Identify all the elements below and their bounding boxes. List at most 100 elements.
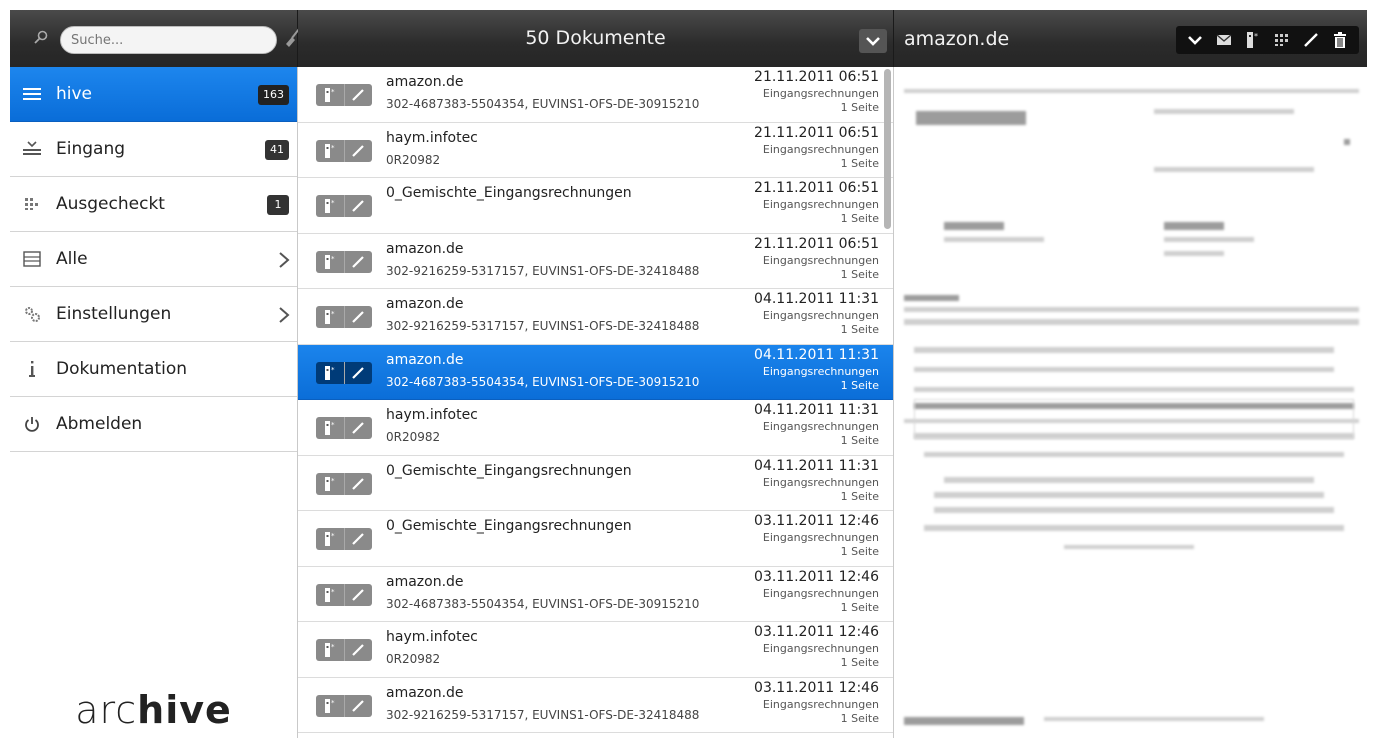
svg-text:*: * xyxy=(331,144,335,152)
blurred-text-line xyxy=(904,717,1024,725)
document-date: 21.11.2011 06:51 xyxy=(754,69,879,85)
checkout-icon[interactable]: * xyxy=(316,473,344,495)
sidebar-item-ausgecheckt[interactable]: Ausgecheckt 1 xyxy=(10,177,297,232)
blurred-text-line xyxy=(944,237,1044,242)
document-row[interactable]: * amazon.de 302-9216259-5317157, EUVINS1… xyxy=(298,289,893,345)
document-date: 03.11.2011 12:46 xyxy=(754,513,879,529)
svg-text:*: * xyxy=(331,366,335,374)
sidebar-item-label: Eingang xyxy=(56,139,126,159)
trash-icon[interactable] xyxy=(1329,29,1351,51)
document-title: amazon.de xyxy=(386,240,464,257)
document-title: 0_Gemischte_Eingangsrechnungen xyxy=(386,185,632,201)
chevron-down-icon[interactable] xyxy=(1184,29,1206,51)
document-category: Eingangsrechnungen xyxy=(762,87,879,100)
checkout-icon[interactable]: * xyxy=(316,84,344,106)
document-date: 21.11.2011 06:51 xyxy=(754,180,879,196)
document-row[interactable]: * amazon.de 302-4687383-5504354, EUVINS1… xyxy=(298,344,893,400)
grid-icon[interactable] xyxy=(1271,29,1293,51)
sidebar-item-alle[interactable]: Alle xyxy=(10,232,297,287)
sort-dropdown-button[interactable] xyxy=(859,29,887,53)
checkout-icon[interactable]: * xyxy=(316,695,344,717)
document-date: 21.11.2011 06:51 xyxy=(754,235,879,252)
edit-pencil-icon[interactable] xyxy=(343,472,373,495)
sidebar: hive 163 Eingang 41 Ausgecheckt 1 Alle E… xyxy=(10,67,298,738)
row-actions: * xyxy=(316,139,373,162)
document-row[interactable]: * amazon.de 302-9216259-5317157, EUVINS1… xyxy=(298,234,893,289)
scrollbar[interactable] xyxy=(884,69,891,229)
blurred-text-line xyxy=(1164,237,1254,242)
edit-pencil-icon[interactable] xyxy=(343,84,373,106)
document-row[interactable]: * amazon.de 302-4687383-5504354, EUVINS1… xyxy=(298,67,893,123)
checkout-icon[interactable]: * xyxy=(316,417,344,439)
document-row[interactable]: * amazon.de 302-4687383-5504354, EUVINS1… xyxy=(298,567,893,622)
document-row[interactable]: * 0_Gemischte_Eingangsrechnungen 04.11.2… xyxy=(298,456,893,511)
edit-pencil-icon[interactable] xyxy=(1300,29,1322,51)
chevron-right-icon xyxy=(279,307,290,323)
checkout-icon[interactable]: * xyxy=(316,639,344,661)
edit-pencil-icon[interactable] xyxy=(343,139,373,162)
sidebar-item-eingang[interactable]: Eingang 41 xyxy=(10,122,297,177)
edit-pencil-icon[interactable] xyxy=(343,361,373,384)
document-category: Eingangsrechnungen xyxy=(762,309,879,322)
checkout-icon[interactable]: * xyxy=(316,528,344,550)
row-actions: * xyxy=(316,361,373,384)
blurred-text-line xyxy=(914,367,1334,372)
edit-pencil-icon[interactable] xyxy=(343,694,373,717)
blurred-text-line xyxy=(934,507,1334,513)
mail-icon[interactable] xyxy=(1213,29,1235,51)
document-row[interactable]: * haym.infotec 0R20982 04.11.2011 11:31 … xyxy=(298,400,893,456)
edit-pencil-icon[interactable] xyxy=(343,583,373,606)
document-category: Eingangsrechnungen xyxy=(762,198,879,211)
blurred-text-line xyxy=(1154,167,1314,172)
edit-pencil-icon[interactable] xyxy=(343,306,373,328)
document-category: Eingangsrechnungen xyxy=(762,420,879,433)
inbox-tray-icon xyxy=(22,139,42,159)
sidebar-item-einstellungen[interactable]: Einstellungen xyxy=(10,287,297,342)
checkout-icon[interactable]: * xyxy=(316,306,344,328)
document-subtitle: 302-4687383-5504354, EUVINS1-OFS-DE-3091… xyxy=(386,596,700,611)
blurred-text-line xyxy=(944,222,1004,230)
sidebar-item-dokumentation[interactable]: Dokumentation xyxy=(10,342,297,397)
document-pages: 1 Seite xyxy=(840,101,879,114)
edit-pencil-icon[interactable] xyxy=(343,417,373,439)
document-row[interactable]: * 0_Gemischte_Eingangsrechnungen 03.11.2… xyxy=(298,511,893,567)
blurred-table-box xyxy=(914,399,1354,439)
svg-text:*: * xyxy=(331,643,335,651)
checkout-icon[interactable]: * xyxy=(316,195,344,217)
checkout-grid-icon xyxy=(22,194,42,214)
checkout-icon[interactable]: * xyxy=(316,251,344,273)
document-pages: 1 Seite xyxy=(840,378,879,392)
sidebar-item-label: Einstellungen xyxy=(56,304,172,324)
document-preview[interactable] xyxy=(894,67,1367,738)
document-pages: 1 Seite xyxy=(840,323,879,336)
checkout-icon[interactable]: * xyxy=(1242,29,1264,51)
menu-lines-icon xyxy=(22,84,42,104)
document-row[interactable]: * 0_Gemischte_Eingangsrechnungen 21.11.2… xyxy=(298,178,893,234)
svg-text:*: * xyxy=(331,88,335,96)
document-subtitle: 302-9216259-5317157, EUVINS1-OFS-DE-3241… xyxy=(386,319,700,333)
checkout-icon[interactable]: * xyxy=(316,584,344,606)
svg-text:*: * xyxy=(331,532,335,540)
document-row[interactable]: * haym.infotec 0R20982 03.11.2011 12:46 … xyxy=(298,622,893,678)
edit-pencil-icon[interactable] xyxy=(343,195,373,217)
document-row[interactable]: * haym.infotec 0R20982 21.11.2011 06:51 … xyxy=(298,123,893,178)
preview-actions: * xyxy=(1176,26,1359,54)
checkout-icon[interactable]: * xyxy=(316,362,344,384)
blurred-text-line xyxy=(904,307,1359,312)
document-category: Eingangsrechnungen xyxy=(762,531,879,544)
row-actions: * xyxy=(316,472,373,495)
preview-toolbar: amazon.de * xyxy=(894,10,1367,67)
document-row[interactable]: * amazon.de 302-9216259-5317157, EUVINS1… xyxy=(298,678,893,733)
edit-pencil-icon[interactable] xyxy=(343,250,373,273)
checkout-icon[interactable]: * xyxy=(316,140,344,162)
document-subtitle: 0R20982 xyxy=(386,152,441,167)
sidebar-item-abmelden[interactable]: Abmelden xyxy=(10,397,297,452)
sidebar-item-hive[interactable]: hive 163 xyxy=(10,67,297,122)
document-title: 0_Gemischte_Eingangsrechnungen xyxy=(386,518,632,534)
search-input[interactable] xyxy=(60,26,277,54)
edit-pencil-icon[interactable] xyxy=(343,639,373,661)
document-category: Eingangsrechnungen xyxy=(762,586,879,600)
document-category: Eingangsrechnungen xyxy=(762,142,879,156)
count-badge: 1 xyxy=(267,195,289,215)
edit-pencil-icon[interactable] xyxy=(343,528,373,550)
